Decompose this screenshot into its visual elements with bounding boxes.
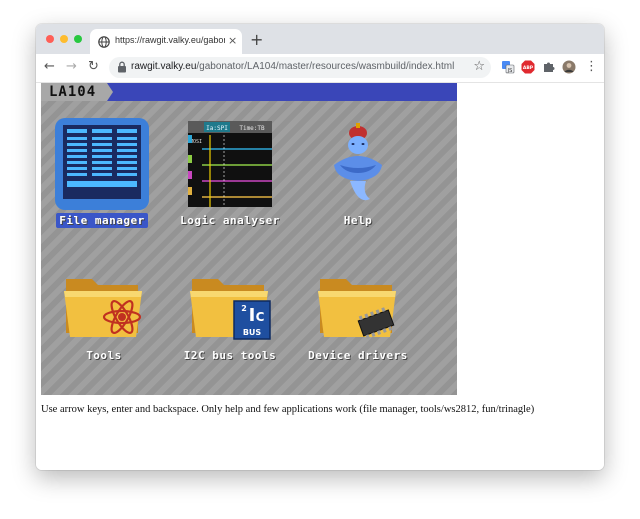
new-tab-button[interactable]: + — [250, 30, 263, 49]
svg-text:2: 2 — [241, 304, 247, 313]
close-window-button[interactable] — [46, 35, 54, 43]
app-device-drivers[interactable]: Device drivers — [293, 273, 423, 393]
browser-toolbar: ← → ↻ rawgit.valky.eu/gabonator/LA104/ma… — [36, 54, 604, 83]
emulator-screen[interactable]: LA104 File manager Ia:SPI Time:TB MOSI L… — [41, 83, 457, 395]
emulator-title: LA104 — [49, 84, 97, 100]
reload-button[interactable]: ↻ — [88, 59, 99, 74]
i2c-bus-text: BUS — [243, 328, 262, 337]
app-label: Device drivers — [308, 349, 408, 362]
file-manager-icon — [55, 118, 149, 210]
svg-text:C: C — [256, 310, 265, 324]
app-file-manager[interactable]: File manager — [41, 117, 167, 237]
url-path: /gabonator/LA104/master/resources/wasmbu… — [196, 61, 455, 72]
logic-tab-1: Ia:SPI — [206, 125, 228, 132]
app-label: Tools — [86, 349, 122, 362]
bookmark-star-icon[interactable]: ☆ — [473, 59, 485, 74]
app-label: Help — [343, 214, 373, 227]
folder-i2c-icon: I 2 C BUS — [190, 279, 271, 340]
app-tools[interactable]: Tools — [41, 273, 169, 393]
extensions-puzzle-icon[interactable] — [542, 60, 556, 74]
folder-chip-icon — [318, 279, 396, 340]
url-text: rawgit.valky.eu/gabonator/LA104/master/r… — [131, 61, 454, 72]
logic-analyser-icon: Ia:SPI Time:TB MOSI — [188, 121, 272, 207]
tab-title: https://rawgit.valky.eu/gabonator — [115, 35, 225, 45]
translate-extension-icon[interactable]: JS — [501, 60, 515, 74]
forward-button[interactable]: → — [66, 59, 77, 74]
tab-strip: https://rawgit.valky.eu/gabonator × + — [36, 24, 604, 54]
profile-avatar[interactable] — [562, 60, 576, 74]
app-label: File manager — [41, 213, 167, 228]
page-content: LA104 File manager Ia:SPI Time:TB MOSI L… — [36, 83, 604, 470]
zoom-window-button[interactable] — [74, 35, 82, 43]
genie-lamp-icon — [334, 123, 382, 201]
app-label: I2C bus tools — [183, 349, 277, 362]
lock-icon — [118, 61, 126, 73]
address-bar[interactable]: rawgit.valky.eu/gabonator/LA104/master/r… — [109, 57, 491, 78]
app-label: Logic analyser — [180, 214, 280, 227]
app-help[interactable]: Help — [293, 117, 423, 237]
app-i2c-bus-tools[interactable]: I 2 C BUS I2C bus tools — [165, 273, 295, 393]
logic-tab-2: Time:TB — [239, 125, 265, 132]
browser-tab[interactable]: https://rawgit.valky.eu/gabonator × — [90, 29, 242, 54]
url-host: rawgit.valky.eu — [131, 61, 197, 72]
folder-atom-icon — [64, 279, 142, 337]
browser-menu-button[interactable]: ⋮ — [585, 59, 598, 74]
browser-window: https://rawgit.valky.eu/gabonator × + ← … — [36, 24, 604, 470]
app-label-text: File manager — [56, 213, 148, 228]
globe-icon — [98, 36, 110, 48]
svg-text:JS: JS — [507, 68, 513, 74]
adblock-icon[interactable]: ABP — [521, 60, 535, 74]
tab-close-icon[interactable]: × — [228, 34, 237, 47]
svg-text:ABP: ABP — [523, 65, 534, 71]
instructions-text: Use arrow keys, enter and backspace. Onl… — [41, 404, 535, 415]
back-button[interactable]: ← — [44, 59, 55, 74]
svg-text:I: I — [249, 305, 256, 326]
minimize-window-button[interactable] — [60, 35, 68, 43]
app-logic-analyser[interactable]: Ia:SPI Time:TB MOSI Logic analyser — [165, 117, 295, 237]
